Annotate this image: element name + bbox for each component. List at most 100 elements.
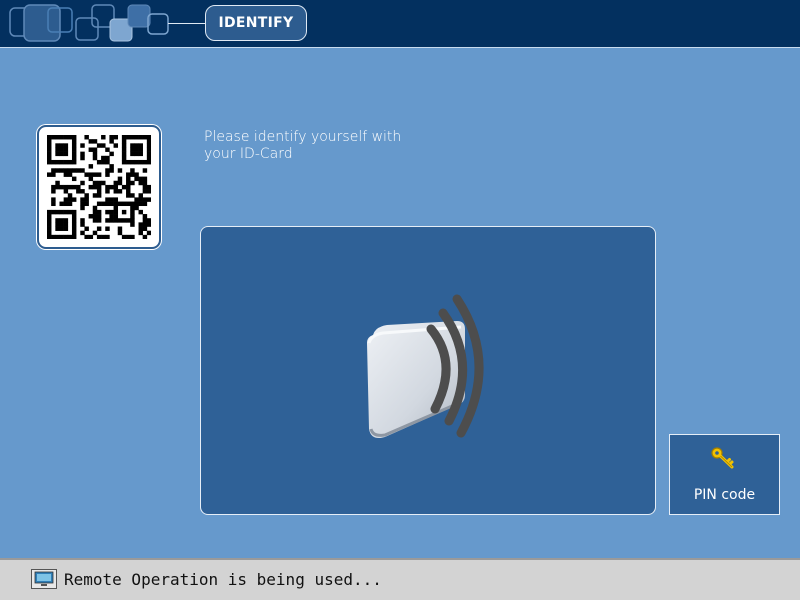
qr-module [47,143,52,148]
qr-module [142,201,148,207]
qr-module [134,176,139,182]
qr-module [55,226,60,231]
qr-module [92,184,98,190]
qr-module [92,172,98,177]
qr-module [142,222,148,227]
qr-module [138,143,143,148]
qr-module [130,234,135,239]
qr-module [71,139,77,144]
qr-module [47,218,52,223]
qr-module [105,147,110,152]
qr-module [88,147,94,152]
qr-module [92,230,98,236]
qr-module [138,226,143,231]
qr-module [92,205,98,211]
qr-module [146,139,151,144]
qr-code-icon [47,135,151,239]
instruction-line-1: Please identify yourself with [204,129,402,145]
qr-module [96,184,102,190]
qr-module [96,209,102,215]
qr-module [51,189,56,194]
qr-module [113,214,119,219]
qr-module [51,209,56,215]
qr-module [142,159,148,165]
qr-module [130,222,135,227]
qr-module [80,189,85,194]
qr-module [47,139,52,144]
qr-module [105,168,110,173]
qr-module [71,230,77,236]
qr-module [109,209,114,215]
qr-module [71,168,77,173]
qr-module [51,201,56,207]
qr-module [146,155,151,161]
qr-module [47,222,52,227]
qr-module [63,184,69,190]
qr-module [130,180,135,186]
qr-module [126,189,131,194]
status-bar: Remote Operation is being used... [0,558,800,600]
qr-module [113,201,119,207]
qr-module [138,159,143,165]
qr-module [117,226,123,231]
qr-module [59,222,64,227]
qr-module [105,209,110,215]
qr-code [37,125,161,249]
qr-module [130,172,135,177]
qr-module [80,155,85,161]
qr-module [59,151,64,157]
contactless-card-icon [367,294,484,438]
qr-module [63,135,69,140]
qr-module [101,180,106,186]
qr-module [130,151,135,157]
qr-module [121,184,127,190]
qr-module [67,193,73,198]
qr-module [96,189,102,194]
qr-module [47,147,52,152]
qr-module [51,159,56,165]
qr-module [84,193,89,198]
qr-module [84,234,89,239]
qr-module [113,143,119,148]
qr-module [130,135,135,140]
key-icon [711,447,734,469]
qr-module [76,189,81,194]
qr-module [71,135,77,140]
qr-module [146,218,151,223]
qr-module [113,180,119,186]
qr-module [138,197,143,202]
qr-module [67,201,73,207]
qr-module [142,135,148,140]
qr-module [71,218,77,223]
qr-module [130,143,135,148]
qr-module [88,214,94,219]
qr-module [113,189,119,194]
qr-module [71,155,77,161]
qr-module [113,209,119,215]
qr-module [88,164,94,169]
qr-module [142,197,148,202]
qr-module [105,189,110,194]
qr-module [146,159,151,165]
qr-module [134,147,139,152]
qr-module [96,214,102,219]
qr-module [109,164,114,169]
qr-module [59,218,64,223]
qr-module [51,184,56,190]
qr-module [109,135,114,140]
qr-module [71,209,77,215]
qr-module [59,143,64,148]
qr-module [76,168,81,173]
qr-module [138,193,143,198]
qr-module [109,218,114,223]
qr-module [55,218,60,223]
qr-module [96,193,102,198]
qr-module [63,151,69,157]
qr-module [146,184,151,190]
instruction-text: Please identify yourself with your ID-Ca… [204,129,464,163]
qr-module [130,218,135,223]
qr-module [84,201,89,207]
pin-code-button[interactable]: PIN code [669,434,780,515]
qr-module [142,176,148,182]
qr-module [67,172,73,177]
